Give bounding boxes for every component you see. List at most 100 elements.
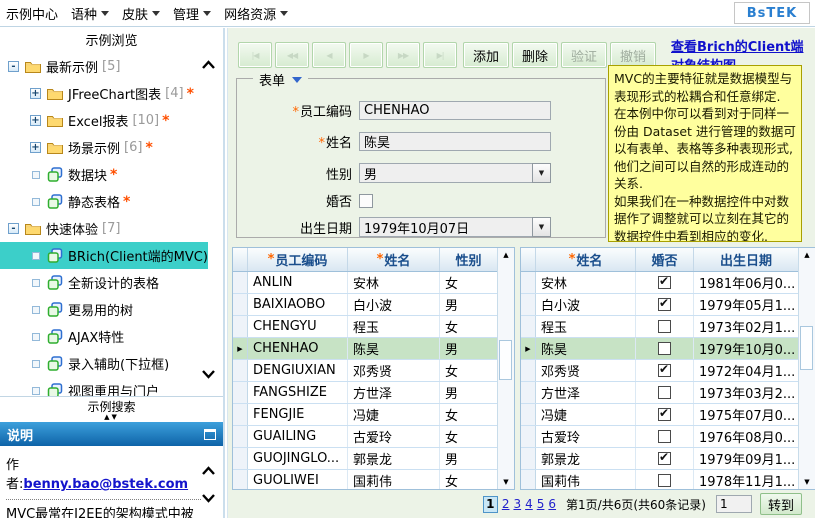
panel-splitter[interactable]: ▲▼ bbox=[0, 413, 223, 422]
tree-item-1[interactable]: +JFreeChart图表[4]* bbox=[0, 80, 208, 107]
marriage-row-4[interactable]: ▶陈昊1979年10月0... bbox=[521, 338, 798, 360]
description-scroll-down-icon[interactable] bbox=[201, 492, 217, 502]
page-link-4[interactable]: 4 bbox=[525, 497, 533, 511]
married-checkbox[interactable] bbox=[658, 408, 671, 421]
dropdown-arrow-icon[interactable]: ▼ bbox=[532, 163, 551, 183]
gender-select[interactable]: 男▼ bbox=[359, 163, 551, 183]
tree-item-12[interactable]: 视图重用与门户 bbox=[0, 377, 208, 396]
married-checkbox[interactable] bbox=[658, 364, 671, 377]
scroll-down-icon[interactable]: ▼ bbox=[799, 475, 815, 489]
employee-grid-scrollbar[interactable]: ▲ ▼ bbox=[497, 248, 514, 489]
married-checkbox[interactable] bbox=[658, 342, 671, 355]
splitter-up-icon[interactable]: ▲ bbox=[104, 413, 111, 421]
tree-item-3[interactable]: +场景示例[6]* bbox=[0, 134, 208, 161]
menu-item-3[interactable]: 皮肤 bbox=[122, 4, 160, 23]
collapse-form-icon[interactable] bbox=[292, 77, 302, 83]
expand-icon[interactable]: + bbox=[30, 88, 41, 99]
employee-code-field[interactable] bbox=[359, 101, 551, 120]
menu-item-4[interactable]: 管理 bbox=[173, 4, 211, 23]
marriage-row-1[interactable]: 安林1981年06月0... bbox=[521, 272, 798, 294]
birthdate-select[interactable]: 1979年10月07日▼ bbox=[359, 217, 551, 237]
page-link-6[interactable]: 6 bbox=[548, 497, 556, 511]
marriage-row-9[interactable]: 郭景龙1979年09月1... bbox=[521, 448, 798, 470]
tree-item-6[interactable]: -快速体验[7] bbox=[0, 215, 208, 242]
tree-item-0[interactable]: -最新示例[5] bbox=[0, 53, 208, 80]
form-legend[interactable]: 表单 bbox=[253, 70, 308, 89]
employee-row-10[interactable]: GUOLIWEI国莉伟女 bbox=[233, 470, 497, 489]
marriage-grid-scrollbar[interactable]: ▲ ▼ bbox=[798, 248, 815, 489]
employee-row-4[interactable]: ▶CHENHAO陈昊男 bbox=[233, 338, 497, 360]
column-header-3[interactable]: 性别 bbox=[440, 248, 497, 271]
prev-record-button[interactable]: ◀ bbox=[312, 42, 346, 68]
marriage-row-7[interactable]: 冯婕1975年07月0... bbox=[521, 404, 798, 426]
marriage-row-2[interactable]: 白小波1979年05月1... bbox=[521, 294, 798, 316]
page-link-3[interactable]: 3 bbox=[513, 497, 521, 511]
dropdown-arrow-icon[interactable]: ▼ bbox=[532, 217, 551, 237]
column-header-3[interactable]: 出生日期 bbox=[694, 248, 798, 271]
example-search-bar[interactable]: 示例搜索 bbox=[0, 396, 223, 413]
marriage-row-5[interactable]: 邓秀贤1972年04月1... bbox=[521, 360, 798, 382]
marriage-row-6[interactable]: 方世泽1973年03月2... bbox=[521, 382, 798, 404]
goto-page-button[interactable]: 转到 bbox=[760, 493, 802, 515]
employee-row-1[interactable]: ANLIN安林女 bbox=[233, 272, 497, 294]
expand-icon[interactable]: + bbox=[30, 142, 41, 153]
employee-row-7[interactable]: FENGJIE冯婕女 bbox=[233, 404, 497, 426]
page-link-5[interactable]: 5 bbox=[537, 497, 545, 511]
married-checkbox[interactable] bbox=[658, 298, 671, 311]
author-email-link[interactable]: benny.bao@bstek.com bbox=[23, 477, 188, 492]
tree-item-11[interactable]: 录入辅助(下拉框) bbox=[0, 350, 208, 377]
menu-item-5[interactable]: 网络资源 bbox=[224, 4, 288, 23]
tree-item-5[interactable]: 静态表格* bbox=[0, 188, 208, 215]
employee-row-9[interactable]: GUOJINGLO...郭景龙男 bbox=[233, 448, 497, 470]
collapse-icon[interactable]: - bbox=[8, 223, 19, 234]
tree-scroll-up-icon[interactable] bbox=[201, 58, 217, 68]
scroll-up-icon[interactable]: ▲ bbox=[799, 248, 815, 262]
expand-icon[interactable]: + bbox=[30, 115, 41, 126]
column-header-1[interactable]: *姓名 bbox=[536, 248, 636, 271]
tree-item-4[interactable]: 数据块* bbox=[0, 161, 208, 188]
description-panel-header[interactable]: 说明 bbox=[0, 422, 223, 446]
marriage-row-8[interactable]: 古爱玲1976年08月0... bbox=[521, 426, 798, 448]
scroll-up-icon[interactable]: ▲ bbox=[498, 248, 514, 262]
employee-row-5[interactable]: DENGIUXIAN邓秀贤女 bbox=[233, 360, 497, 382]
scrollbar-thumb[interactable] bbox=[800, 326, 813, 370]
married-checkbox[interactable] bbox=[658, 276, 671, 289]
scrollbar-thumb[interactable] bbox=[499, 340, 512, 380]
splitter-down-icon[interactable]: ▼ bbox=[112, 413, 119, 421]
column-header-2[interactable]: *姓名 bbox=[348, 248, 440, 271]
name-field[interactable] bbox=[359, 132, 551, 151]
column-header-2[interactable]: 婚否 bbox=[636, 248, 694, 271]
married-checkbox[interactable] bbox=[658, 452, 671, 465]
employee-row-6[interactable]: FANGSHIZE方世泽男 bbox=[233, 382, 497, 404]
next-record-button[interactable]: ▶ bbox=[349, 42, 383, 68]
last-record-button[interactable]: ▶| bbox=[423, 42, 457, 68]
tree-item-8[interactable]: 全新设计的表格 bbox=[0, 269, 208, 296]
tree-item-9[interactable]: 更易用的树 bbox=[0, 296, 208, 323]
first-record-button[interactable]: |◀ bbox=[238, 42, 272, 68]
column-header-1[interactable]: *员工编码 bbox=[248, 248, 348, 271]
married-checkbox[interactable] bbox=[658, 430, 671, 443]
employee-row-2[interactable]: BAIXIAOBO白小波男 bbox=[233, 294, 497, 316]
collapse-panel-icon[interactable] bbox=[204, 429, 216, 440]
menu-item-2[interactable]: 语种 bbox=[71, 4, 109, 23]
tree-item-2[interactable]: +Excel报表[10]* bbox=[0, 107, 208, 134]
description-scroll-up-icon[interactable] bbox=[201, 464, 217, 474]
tree-item-10[interactable]: AJAX特性 bbox=[0, 323, 208, 350]
married-checkbox[interactable] bbox=[658, 320, 671, 333]
marriage-row-3[interactable]: 程玉1973年02月1... bbox=[521, 316, 798, 338]
action-button-3[interactable]: 验证 bbox=[561, 42, 607, 68]
employee-row-8[interactable]: GUAILING古爱玲女 bbox=[233, 426, 497, 448]
next-page-record-button[interactable]: ▶▶ bbox=[386, 42, 420, 68]
prev-page-record-button[interactable]: ◀◀ bbox=[275, 42, 309, 68]
employee-row-3[interactable]: CHENGYU程玉女 bbox=[233, 316, 497, 338]
married-checkbox[interactable] bbox=[658, 474, 671, 487]
tree-scroll-down-icon[interactable] bbox=[201, 368, 217, 378]
married-checkbox[interactable] bbox=[359, 194, 373, 208]
menu-item-1[interactable]: 示例中心 bbox=[6, 4, 58, 23]
goto-page-input[interactable] bbox=[716, 495, 752, 513]
married-checkbox[interactable] bbox=[658, 386, 671, 399]
tree-item-7[interactable]: BRich(Client端的MVC) bbox=[0, 242, 208, 269]
page-link-2[interactable]: 2 bbox=[502, 497, 510, 511]
action-button-1[interactable]: 添加 bbox=[463, 42, 509, 68]
current-page[interactable]: 1 bbox=[483, 496, 498, 513]
